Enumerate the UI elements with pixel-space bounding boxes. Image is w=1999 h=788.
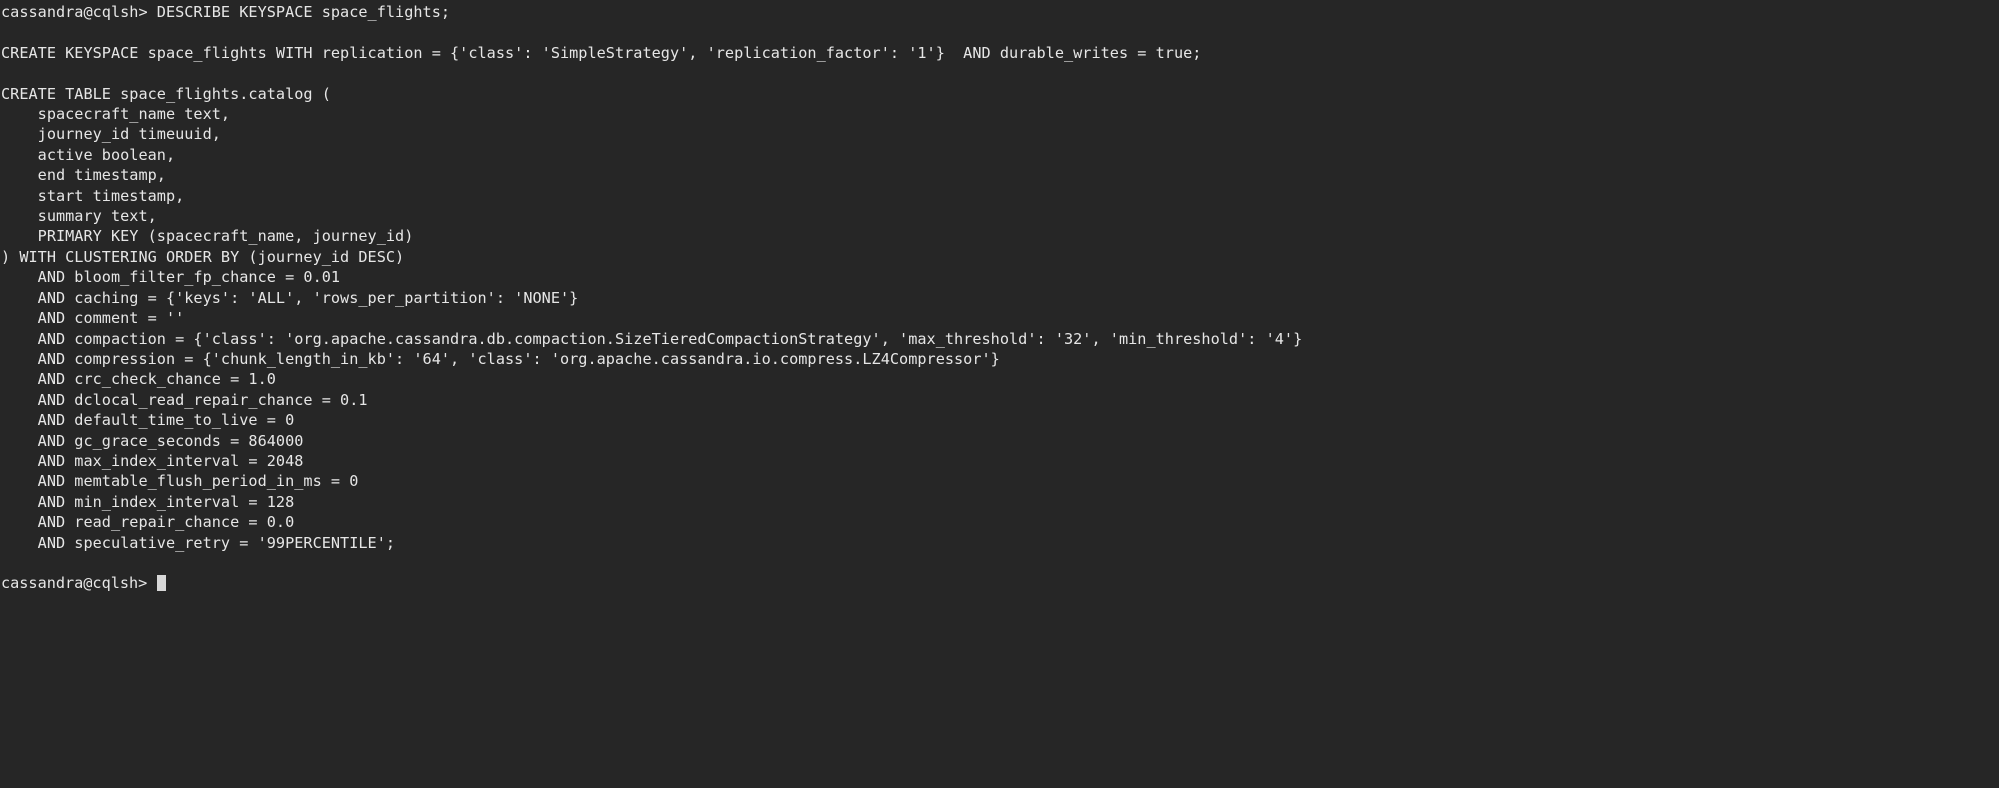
text-cursor: [156, 575, 167, 592]
terminal-line: PRIMARY KEY (spacecraft_name, journey_id…: [1, 227, 414, 246]
terminal-window[interactable]: cassandra@cqlsh> DESCRIBE KEYSPACE space…: [0, 0, 1999, 788]
terminal-line: ) WITH CLUSTERING ORDER BY (journey_id D…: [1, 247, 405, 266]
terminal-line: AND gc_grace_seconds = 864000: [1, 431, 304, 450]
terminal-line: AND dclocal_read_repair_chance = 0.1: [1, 390, 368, 409]
terminal-line: summary text,: [1, 207, 157, 226]
terminal-line: AND default_time_to_live = 0: [1, 411, 295, 430]
terminal-line: AND compaction = {'class': 'org.apache.c…: [1, 329, 1303, 348]
terminal-line: AND comment = '': [1, 309, 185, 328]
terminal-line: [1, 63, 1999, 83]
terminal-line: active boolean,: [1, 145, 176, 164]
terminal-line: CREATE KEYSPACE space_flights WITH repli…: [1, 43, 1202, 62]
terminal-line: AND bloom_filter_fp_chance = 0.01: [1, 268, 341, 287]
terminal-prompt-line[interactable]: cassandra@cqlsh>: [1, 573, 1999, 593]
terminal-line: spacecraft_name text,: [1, 105, 231, 124]
shell-prompt: cassandra@cqlsh>: [1, 574, 157, 593]
terminal-line: [1, 22, 1999, 42]
terminal-line: end timestamp,: [1, 166, 166, 185]
terminal-line: AND crc_check_chance = 1.0: [1, 370, 276, 389]
terminal-output: cassandra@cqlsh> DESCRIBE KEYSPACE space…: [1, 2, 1999, 573]
terminal-line: CREATE TABLE space_flights.catalog (: [1, 84, 331, 103]
terminal-line: AND memtable_flush_period_in_ms = 0: [1, 472, 359, 491]
terminal-line: cassandra@cqlsh> DESCRIBE KEYSPACE space…: [1, 3, 451, 21]
terminal-line: start timestamp,: [1, 186, 185, 205]
terminal-line: AND read_repair_chance = 0.0: [1, 513, 295, 532]
terminal-line: AND speculative_retry = '99PERCENTILE';: [1, 533, 396, 552]
terminal-line: [1, 553, 1999, 573]
terminal-line: AND caching = {'keys': 'ALL', 'rows_per_…: [1, 288, 579, 307]
terminal-line: AND min_index_interval = 128: [1, 492, 295, 511]
terminal-line: AND compression = {'chunk_length_in_kb':…: [1, 349, 1000, 368]
terminal-line: journey_id timeuuid,: [1, 125, 221, 144]
terminal-line: AND max_index_interval = 2048: [1, 451, 304, 470]
